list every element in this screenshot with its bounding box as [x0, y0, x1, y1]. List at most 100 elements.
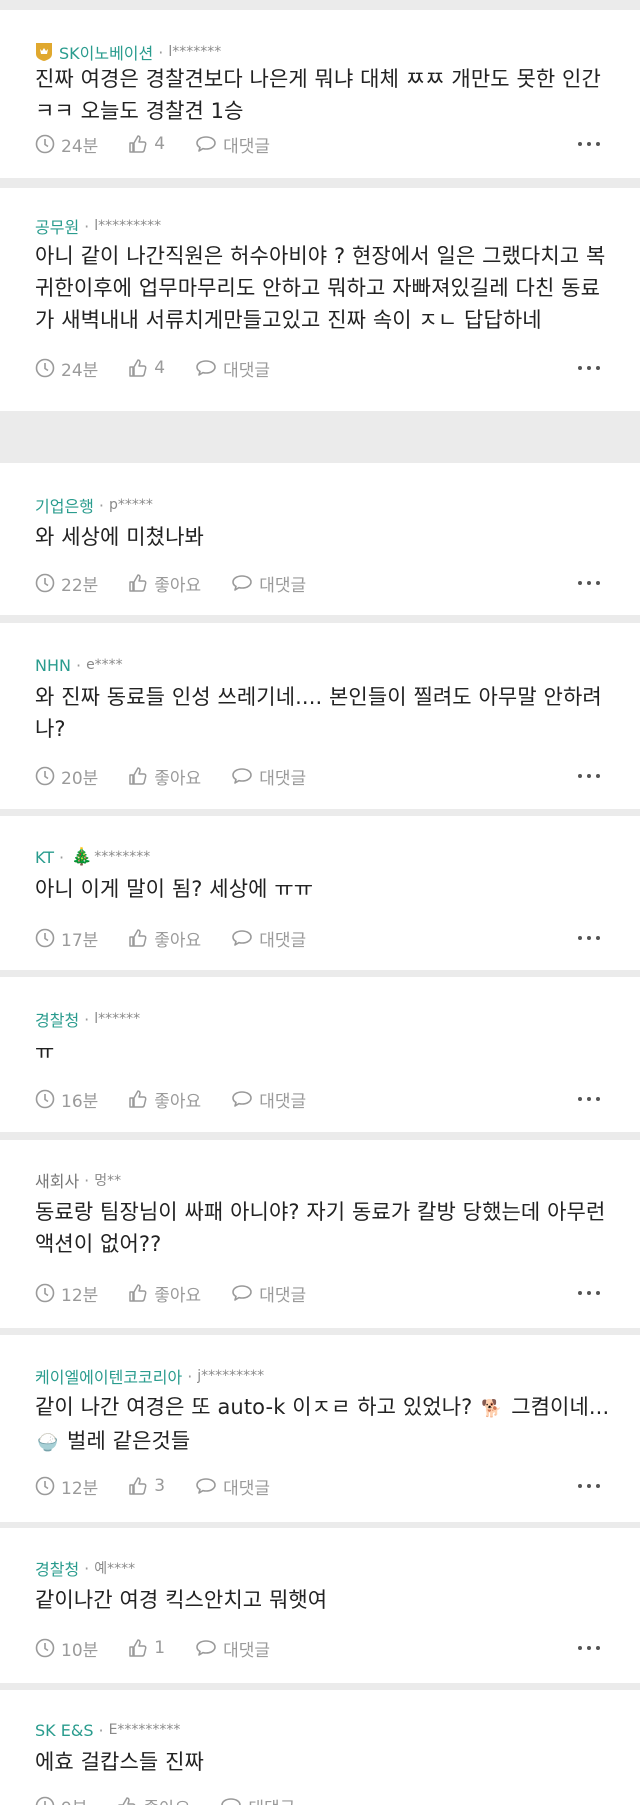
reply-button[interactable]: 대댓글 [231, 1087, 306, 1112]
comment-feed: SK이노베이션 · l******* 진짜 여경은 경찰견보다 나은게 뭐냐 대… [0, 0, 640, 1805]
comment-item: NHN · e**** 와 진짜 동료들 인성 쓰레기네.... 본인들이 찔려… [0, 623, 640, 809]
separator: · [59, 847, 65, 867]
company-name[interactable]: SK E&S [35, 1721, 93, 1740]
separator: · [84, 1170, 90, 1190]
more-dots-icon[interactable] [578, 132, 600, 156]
comment-text: 와 세상에 미쳤나봐 [35, 525, 204, 549]
reply-button[interactable]: 대댓글 [195, 356, 270, 381]
company-name[interactable]: 새회사 [35, 1168, 79, 1192]
reply-label: 대댓글 [259, 1091, 307, 1112]
speech-bubble-icon [221, 1798, 242, 1805]
reply-label: 대댓글 [223, 360, 271, 381]
more-dots-icon[interactable] [578, 1281, 600, 1305]
like-button[interactable]: 좋아요 [128, 571, 201, 596]
user-id: 멍** [94, 1173, 122, 1189]
like-button[interactable]: 좋아요 [128, 926, 201, 951]
separator: · [84, 1558, 90, 1578]
like-button[interactable]: 4 [128, 358, 165, 378]
like-count: 좋아요 [154, 930, 202, 951]
like-count: 좋아요 [154, 1285, 202, 1306]
reply-button[interactable]: 대댓글 [195, 1474, 270, 1499]
company-name[interactable]: KT [35, 848, 54, 867]
time-text: 20분 [61, 768, 99, 789]
comment-text: 진짜 여경은 경찰견보다 나은게 뭐냐 대체 ㅉㅉ 개만도 못한 인간 ㅋㅋ 오… [35, 67, 601, 123]
time-stamp: 22분 [35, 571, 98, 596]
thumbs-up-icon [129, 1477, 147, 1495]
reply-button[interactable]: 대댓글 [220, 1794, 295, 1805]
like-button[interactable]: 3 [128, 1476, 165, 1496]
speech-bubble-icon [232, 930, 253, 946]
more-dots-icon[interactable] [578, 356, 600, 380]
comment-item: 기업은행 · p***** 와 세상에 미쳤나봐 22분 좋아요 대댓글 [0, 463, 640, 615]
comment-item: 공무원 · l********* 아니 같이 나간직원은 허수아비야 ? 현장에… [0, 188, 640, 411]
reply-button[interactable]: 대댓글 [231, 1281, 306, 1306]
comment-item: KT · 🎄 ******** 아니 이게 말이 됨? 세상에 ㅠㅠ 17분 좋… [0, 816, 640, 970]
more-dots-icon[interactable] [578, 1474, 600, 1498]
comment-actions: 24분 4 대댓글 [35, 132, 300, 157]
reply-button[interactable]: 대댓글 [231, 926, 306, 951]
user-id: p***** [108, 497, 153, 513]
time-stamp: 12분 [35, 1474, 98, 1499]
time-stamp: 12분 [35, 1281, 98, 1306]
more-dots-icon[interactable] [578, 926, 600, 950]
more-dots-icon[interactable] [578, 571, 600, 595]
like-button[interactable]: 좋아요 [117, 1794, 190, 1805]
separator: · [158, 42, 164, 62]
user-id: ******** [94, 849, 151, 865]
more-dots-icon[interactable] [578, 1636, 600, 1660]
like-button[interactable]: 좋아요 [128, 764, 201, 789]
separator: · [98, 495, 104, 515]
more-dots-icon[interactable] [578, 764, 600, 788]
reply-button[interactable]: 대댓글 [231, 764, 306, 789]
company-name[interactable]: 경찰청 [35, 1007, 79, 1031]
time-text: 22분 [61, 575, 99, 596]
speech-bubble-icon [196, 1640, 216, 1656]
comment-text: 에효 걸캅스들 진짜 [35, 1750, 204, 1774]
like-button[interactable]: 4 [128, 134, 165, 154]
clock-icon [35, 1638, 55, 1658]
reply-button[interactable]: 대댓글 [195, 132, 270, 157]
like-button[interactable]: 좋아요 [128, 1087, 201, 1112]
company-name[interactable]: SK이노베이션 [59, 40, 153, 64]
user-id: l****** [94, 1011, 141, 1027]
reply-label: 대댓글 [223, 1640, 271, 1661]
company-name[interactable]: 기업은행 [35, 493, 94, 517]
like-button[interactable]: 1 [128, 1638, 165, 1658]
comment-actions: 24분 4 대댓글 [35, 356, 300, 381]
company-name[interactable]: NHN [35, 656, 71, 675]
reply-button[interactable]: 대댓글 [195, 1636, 270, 1661]
separator: · [84, 216, 90, 236]
comment-meta: KT · 🎄 ******** [35, 845, 150, 869]
comment-text: 아니 같이 나간직원은 허수아비야 ? 현장에서 일은 그랬다치고 복귀한이후에… [35, 244, 606, 332]
user-id: l******* [168, 44, 222, 60]
like-count: 좋아요 [154, 1091, 202, 1112]
reply-label: 대댓글 [223, 136, 271, 157]
comment-item: 케이엘에이텐코코리아 · j********* 같이 나간 여경은 또 auto… [0, 1335, 640, 1522]
company-name[interactable]: 경찰청 [35, 1556, 79, 1580]
reply-button[interactable]: 대댓글 [231, 571, 306, 596]
like-count: 좋아요 [154, 768, 202, 789]
comment-text: 아니 이게 말이 됨? 세상에 ㅠㅠ [35, 877, 314, 901]
reply-label: 대댓글 [259, 575, 307, 596]
time-stamp: 17분 [35, 926, 98, 951]
speech-bubble-icon [196, 1478, 216, 1494]
like-count: 3 [154, 1476, 166, 1496]
comment-meta: 케이엘에이텐코코리아 · j********* [35, 1364, 264, 1388]
comment-meta: NHN · e**** [35, 653, 123, 677]
company-name[interactable]: 케이엘에이텐코코리아 [35, 1364, 182, 1388]
comment-meta: 새회사 · 멍** [35, 1168, 121, 1192]
time-stamp: 9분 [35, 1794, 87, 1805]
time-text: 16분 [61, 1091, 99, 1112]
like-button[interactable]: 좋아요 [128, 1281, 201, 1306]
comment-actions: 16분 좋아요 대댓글 [35, 1087, 336, 1112]
comment-text: 같이나간 여경 킥스안치고 뭐햇여 [35, 1588, 328, 1612]
comment-meta: SK이노베이션 · l******* [35, 40, 221, 64]
comment-item: 새회사 · 멍** 동료랑 팀장님이 싸패 아니야? 자기 동료가 칼방 당했는… [0, 1140, 640, 1328]
more-dots-icon[interactable] [578, 1087, 600, 1111]
comment-item: SK이노베이션 · l******* 진짜 여경은 경찰견보다 나은게 뭐냐 대… [0, 10, 640, 178]
thumbs-up-icon [129, 767, 147, 785]
thumbs-up-icon [129, 135, 147, 153]
dog-icon: 🐕 [481, 1399, 503, 1419]
company-name[interactable]: 공무원 [35, 214, 79, 238]
thumbs-up-icon [129, 359, 147, 377]
